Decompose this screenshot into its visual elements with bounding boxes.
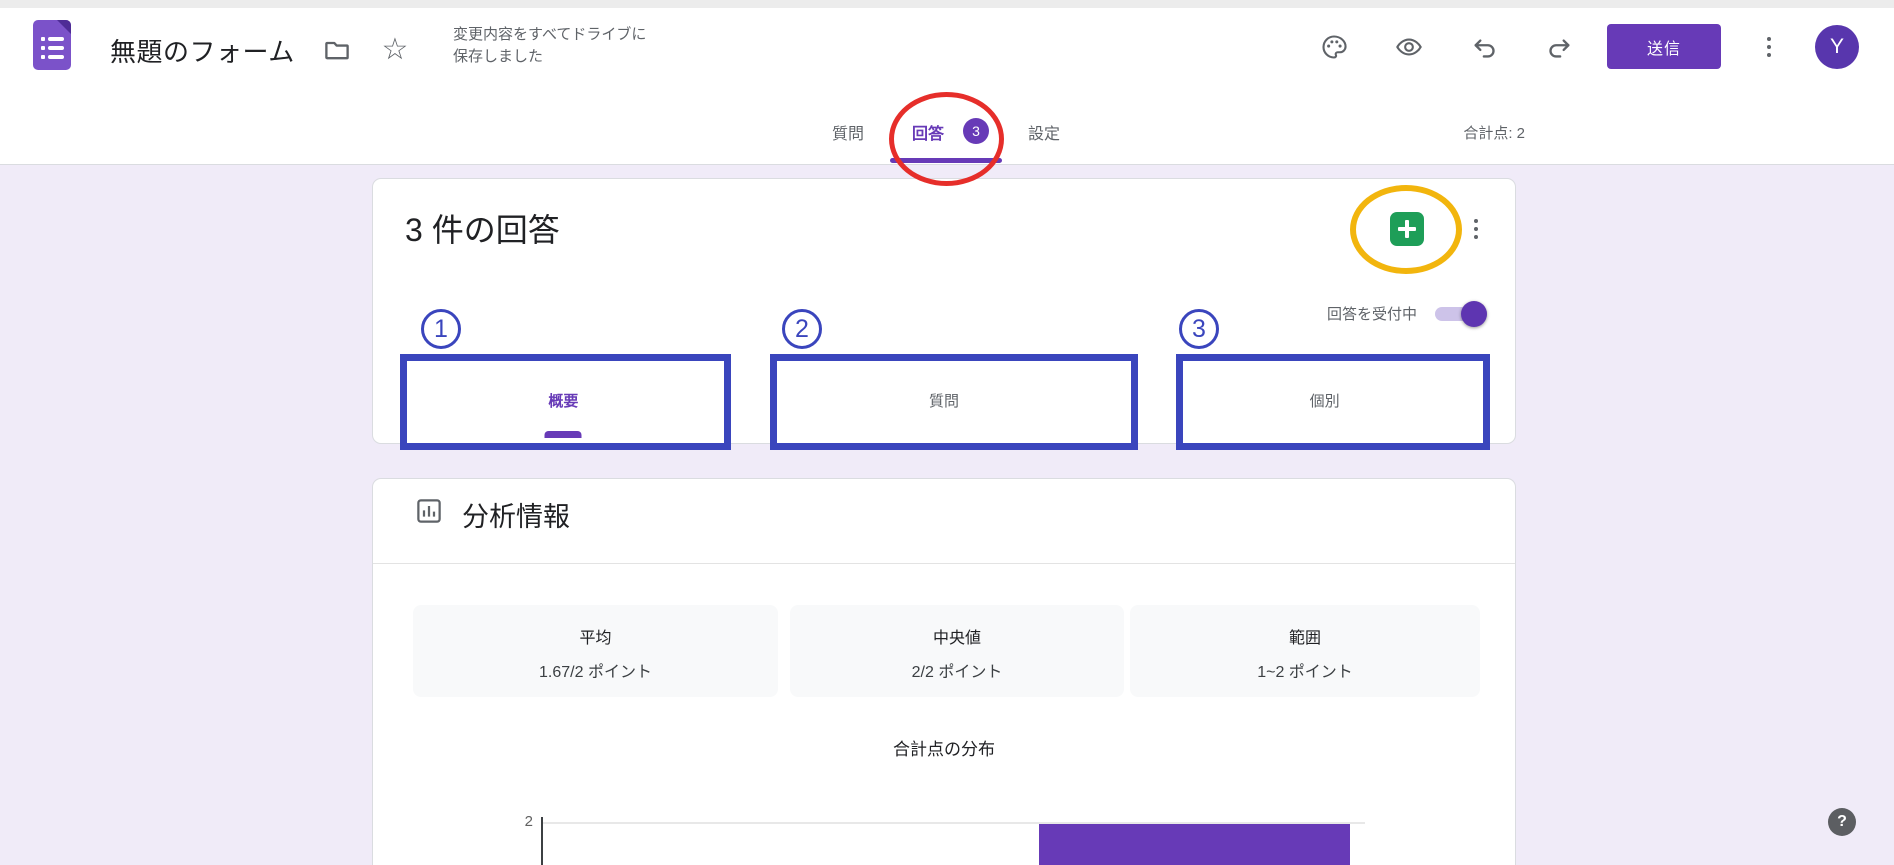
- link-to-sheets-icon[interactable]: [1390, 212, 1424, 246]
- total-points: 合計点: 2: [1413, 122, 1525, 143]
- stat-range: 範囲 1~2 ポイント: [1130, 605, 1480, 697]
- stat-median-value: 2/2 ポイント: [790, 658, 1124, 682]
- save-status-line1: 変更内容をすべてドライブに: [453, 24, 646, 46]
- subtab-summary-label: 概要: [548, 390, 578, 411]
- accepting-responses-toggle[interactable]: [1435, 307, 1487, 321]
- accepting-responses-row: 回答を受付中: [1327, 303, 1487, 324]
- subtab-individual-label: 個別: [1310, 390, 1340, 411]
- insights-title: 分析情報: [462, 495, 570, 534]
- stat-mean-label: 平均: [413, 624, 778, 648]
- chart-y-axis: [541, 817, 543, 865]
- active-subtab-indicator: [545, 431, 582, 438]
- insights-chart-icon: [414, 496, 444, 526]
- save-status-line2: 保存しました: [453, 46, 646, 68]
- stat-range-label: 範囲: [1130, 624, 1480, 648]
- responses-more-options-icon[interactable]: [1469, 211, 1483, 247]
- responses-card: 3 件の回答 回答を受付中 概要 質問 個別: [372, 178, 1516, 444]
- accepting-responses-label: 回答を受付中: [1327, 303, 1417, 324]
- stat-mean: 平均 1.67/2 ポイント: [413, 605, 778, 697]
- save-status: 変更内容をすべてドライブに 保存しました: [453, 24, 646, 68]
- star-icon[interactable]: ☆: [378, 33, 412, 67]
- forms-logo-icon[interactable]: [33, 20, 71, 70]
- insights-divider: [373, 563, 1515, 564]
- redo-icon[interactable]: [1544, 32, 1574, 62]
- chart-title: 合計点の分布: [373, 735, 1515, 760]
- subtab-question[interactable]: 質問: [754, 355, 1135, 445]
- preview-eye-icon[interactable]: [1394, 32, 1424, 62]
- responses-count-title: 3 件の回答: [405, 205, 560, 251]
- stat-median-label: 中央値: [790, 624, 1124, 648]
- form-title[interactable]: 無題のフォーム: [110, 32, 295, 69]
- google-forms-app: 無題のフォーム ☆ 変更内容をすべてドライブに 保存しました 送信 Y 質問 回…: [0, 0, 1894, 865]
- stat-mean-value: 1.67/2 ポイント: [413, 658, 778, 682]
- toggle-knob: [1461, 301, 1487, 327]
- logo-line: [41, 46, 64, 50]
- active-tab-underline: [890, 158, 1002, 163]
- app-bar: 無題のフォーム ☆ 変更内容をすべてドライブに 保存しました 送信 Y 質問 回…: [0, 8, 1894, 165]
- account-avatar[interactable]: Y: [1815, 25, 1859, 69]
- tab-questions[interactable]: 質問: [812, 120, 884, 144]
- chart-bar-score2: [1039, 824, 1350, 865]
- theme-palette-icon[interactable]: [1319, 32, 1349, 62]
- send-button[interactable]: 送信: [1607, 24, 1721, 69]
- logo-line: [41, 37, 64, 41]
- logo-fold: [57, 20, 71, 34]
- more-options-icon[interactable]: [1762, 32, 1776, 62]
- stat-median: 中央値 2/2 ポイント: [790, 605, 1124, 697]
- tab-responses[interactable]: 回答: [892, 120, 964, 144]
- stat-range-value: 1~2 ポイント: [1130, 658, 1480, 682]
- move-to-folder-icon[interactable]: [320, 33, 354, 67]
- top-strip: [0, 0, 1894, 8]
- tab-settings[interactable]: 設定: [1008, 120, 1080, 144]
- chart-y-tick: 2: [493, 813, 533, 830]
- subtab-summary[interactable]: 概要: [373, 355, 754, 445]
- sheets-cross-v: [1405, 220, 1409, 238]
- responses-count-badge: 3: [963, 118, 989, 144]
- help-button[interactable]: ?: [1828, 808, 1856, 836]
- insights-card: 分析情報 平均 1.67/2 ポイント 中央値 2/2 ポイント 範囲 1~2 …: [372, 478, 1516, 865]
- subtab-question-label: 質問: [929, 390, 959, 411]
- undo-icon[interactable]: [1470, 32, 1500, 62]
- logo-line: [41, 55, 64, 59]
- responses-subtabs: 概要 質問 個別: [373, 355, 1515, 445]
- subtab-individual[interactable]: 個別: [1134, 355, 1515, 445]
